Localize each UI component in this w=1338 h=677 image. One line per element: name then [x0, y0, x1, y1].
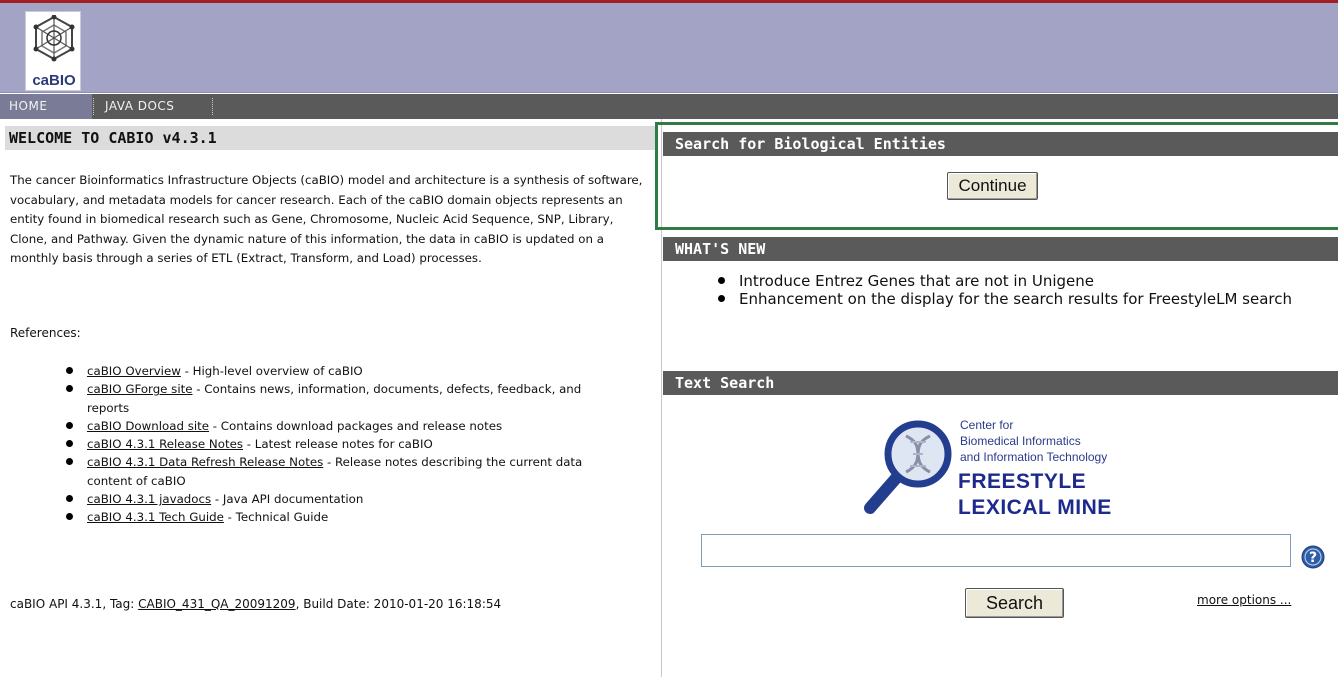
- help-question-icon[interactable]: ?: [1301, 545, 1325, 569]
- reference-link[interactable]: caBIO 4.3.1 Release Notes: [87, 437, 243, 451]
- list-item: caBIO GForge site - Contains news, infor…: [66, 380, 626, 417]
- site-header: caBIO: [0, 3, 1338, 93]
- list-item: Enhancement on the display for the searc…: [716, 290, 1331, 308]
- list-item: Introduce Entrez Genes that are not in U…: [716, 272, 1331, 290]
- more-options-link[interactable]: more options ...: [1197, 593, 1291, 607]
- text-search-input[interactable]: [701, 534, 1291, 567]
- references-list: caBIO Overview - High-level overview of …: [66, 362, 626, 527]
- reference-link[interactable]: caBIO 4.3.1 Data Refresh Release Notes: [87, 455, 323, 469]
- logo-big-2: LEXICAL MINE: [958, 496, 1112, 519]
- reference-desc: - Contains download packages and release…: [209, 418, 503, 433]
- reference-desc: - Java API documentation: [211, 492, 364, 507]
- search-button[interactable]: Search: [965, 588, 1064, 618]
- nav-home[interactable]: HOME: [0, 94, 92, 119]
- build-info: caBIO API 4.3.1, Tag: CABIO_431_QA_20091…: [10, 597, 501, 611]
- build-suffix: , Build Date: 2010-01-20 16:18:54: [295, 597, 502, 611]
- reference-link[interactable]: caBIO GForge site: [87, 382, 193, 396]
- logo-line-3: and Information Technology: [960, 450, 1108, 464]
- freestyle-lexical-mine-logo: Center for Biomedical Informatics and In…: [858, 416, 1148, 526]
- continue-button[interactable]: Continue: [947, 172, 1038, 200]
- right-panel: Search for Biological Entities Continue …: [655, 119, 1338, 677]
- reference-desc: - High-level overview of caBIO: [180, 364, 363, 378]
- reference-link[interactable]: caBIO 4.3.1 Tech Guide: [87, 510, 224, 524]
- logo-line-2: Biomedical Informatics: [960, 434, 1081, 448]
- build-prefix: caBIO API 4.3.1, Tag:: [10, 597, 139, 611]
- svg-text:?: ?: [1309, 550, 1317, 566]
- magnifying-glass-dna-icon: [864, 420, 952, 514]
- cabio-molecule-icon: [33, 15, 75, 62]
- reference-link[interactable]: caBIO Overview: [87, 364, 181, 378]
- reference-link[interactable]: caBIO 4.3.1 javadocs: [87, 492, 211, 506]
- reference-desc: - Technical Guide: [223, 510, 329, 525]
- whats-new-title: WHAT'S NEW: [663, 237, 1338, 261]
- build-tag-link[interactable]: CABIO_431_QA_20091209: [138, 597, 295, 611]
- logo-line-1: Center for: [960, 418, 1014, 432]
- reference-desc: - Latest release notes for caBIO: [243, 437, 433, 452]
- entity-search-title: Search for Biological Entities: [663, 132, 1338, 156]
- references-label: References:: [10, 326, 81, 340]
- list-item: caBIO Overview - High-level overview of …: [66, 362, 626, 380]
- main-nav: HOME JAVA DOCS: [0, 94, 1338, 119]
- nav-divider: [93, 98, 94, 115]
- welcome-title: WELCOME TO CABIO v4.3.1: [5, 126, 655, 150]
- list-item: caBIO 4.3.1 Tech Guide - Technical Guide: [66, 508, 626, 526]
- list-item: caBIO Download site - Contains download …: [66, 417, 626, 435]
- logo-text: caBIO: [32, 72, 76, 89]
- list-item: caBIO 4.3.1 Data Refresh Release Notes -…: [66, 453, 626, 490]
- welcome-panel: WELCOME TO CABIO v4.3.1 The cancer Bioin…: [0, 119, 662, 677]
- nav-divider: [212, 98, 213, 115]
- whats-new-list: Introduce Entrez Genes that are not in U…: [716, 272, 1331, 308]
- list-item: caBIO 4.3.1 Release Notes - Latest relea…: [66, 435, 626, 453]
- nav-java-docs[interactable]: JAVA DOCS: [96, 94, 212, 119]
- cabio-logo[interactable]: caBIO: [25, 11, 81, 91]
- reference-link[interactable]: caBIO Download site: [87, 419, 209, 433]
- intro-paragraph: The cancer Bioinformatics Infrastructure…: [10, 173, 643, 266]
- text-search-title: Text Search: [663, 371, 1338, 395]
- logo-big-1: FREESTYLE: [958, 470, 1087, 493]
- list-item: caBIO 4.3.1 javadocs - Java API document…: [66, 490, 626, 508]
